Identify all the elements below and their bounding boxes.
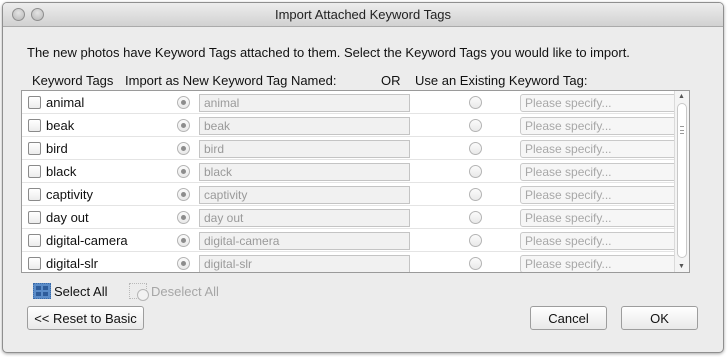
import-as-new-radio[interactable] <box>177 142 190 155</box>
keyword-checkbox[interactable] <box>28 211 41 224</box>
keyword-row: bird bird Please specify...▼ <box>22 137 688 160</box>
use-existing-radio[interactable] <box>469 211 482 224</box>
existing-tag-select[interactable]: Please specify...▼ <box>520 209 688 227</box>
keyword-checkbox[interactable] <box>28 165 41 178</box>
keyword-label: black <box>46 164 77 179</box>
header-import-as-new: Import as New Keyword Tag Named: <box>125 73 337 88</box>
reset-to-basic-button[interactable]: << Reset to Basic <box>27 306 144 330</box>
use-existing-radio[interactable] <box>469 234 482 247</box>
keyword-row: animal animal Please specify...▼ <box>22 91 688 114</box>
new-tag-name-field[interactable]: black <box>199 163 410 181</box>
keyword-label: bird <box>46 141 68 156</box>
keyword-label: beak <box>46 118 75 133</box>
use-existing-radio[interactable] <box>469 142 482 155</box>
keyword-checkbox[interactable] <box>28 257 41 270</box>
existing-tag-select-value: Please specify... <box>525 211 612 225</box>
keyword-label: digital-slr <box>46 256 99 271</box>
select-all-label: Select All <box>54 283 108 299</box>
intro-text: The new photos have Keyword Tags attache… <box>27 45 630 60</box>
keyword-label: digital-camera <box>46 233 128 248</box>
import-as-new-radio[interactable] <box>177 119 190 132</box>
scrollbar[interactable]: ▲ ▼ <box>674 91 689 272</box>
scroll-thumb[interactable] <box>677 103 687 258</box>
existing-tag-select-value: Please specify... <box>525 96 612 110</box>
use-existing-radio[interactable] <box>469 119 482 132</box>
existing-tag-select[interactable]: Please specify... ▼ <box>520 255 688 272</box>
import-as-new-radio[interactable] <box>177 234 190 247</box>
existing-tag-select-value: Please specify... <box>525 119 612 133</box>
new-tag-name-field[interactable]: day out <box>199 209 410 227</box>
import-as-new-radio[interactable] <box>177 188 190 201</box>
title-bar: Import Attached Keyword Tags <box>3 3 723 27</box>
keyword-checkbox[interactable] <box>28 234 41 247</box>
existing-tag-select[interactable]: Please specify...▼ <box>520 186 688 204</box>
keyword-tag-list: animalanimalPlease specify...▼beakbeakPl… <box>21 90 690 273</box>
keyword-rows: animalanimalPlease specify...▼beakbeakPl… <box>22 91 688 272</box>
keyword-checkbox[interactable] <box>28 188 41 201</box>
deselect-all-button[interactable]: Deselect All <box>129 283 219 301</box>
existing-tag-select-value: Please specify... <box>525 234 612 248</box>
keyword-row: black black Please specify...▼ <box>22 160 688 183</box>
use-existing-radio[interactable] <box>469 188 482 201</box>
keyword-row: day out day out Please specify...▼ <box>22 206 688 229</box>
select-all-button[interactable]: Select All <box>33 283 107 299</box>
existing-tag-select[interactable]: Please specify...▼ <box>520 94 688 112</box>
import-as-new-radio[interactable] <box>177 165 190 178</box>
header-use-existing: Use an Existing Keyword Tag: <box>415 73 588 88</box>
import-keyword-tags-dialog: Import Attached Keyword Tags The new pho… <box>2 2 724 353</box>
use-existing-radio[interactable] <box>469 257 482 270</box>
window-title: Import Attached Keyword Tags <box>274 7 452 22</box>
existing-tag-select-value: Please specify... <box>525 257 612 271</box>
existing-tag-select-value: Please specify... <box>525 165 612 179</box>
existing-tag-select[interactable]: Please specify...▼ <box>520 163 688 181</box>
new-tag-name-field[interactable]: digital-camera <box>199 232 410 250</box>
use-existing-radio[interactable] <box>469 96 482 109</box>
existing-tag-select-value: Please specify... <box>525 188 612 202</box>
keyword-row: digital-camera digital-camera Please speci… <box>22 229 688 252</box>
deselect-all-icon <box>129 283 149 301</box>
new-tag-name-field[interactable]: beak <box>199 117 410 135</box>
header-keyword-tags: Keyword Tags <box>32 73 114 88</box>
deselect-all-label: Deselect All <box>151 283 219 299</box>
import-as-new-radio[interactable] <box>177 96 190 109</box>
existing-tag-select[interactable]: Please specify...▼ <box>520 232 688 250</box>
new-tag-name-field[interactable]: bird <box>199 140 410 158</box>
select-all-icon <box>33 283 51 299</box>
scroll-down-arrow-icon[interactable]: ▼ <box>678 263 685 270</box>
keyword-row: digital-slr digital-slr Please specify... ▼ <box>22 252 688 272</box>
keyword-checkbox[interactable] <box>28 96 41 109</box>
existing-tag-select-value: Please specify... <box>525 142 612 156</box>
ok-button[interactable]: OK <box>621 306 698 330</box>
existing-tag-select[interactable]: Please specify...▼ <box>520 117 688 135</box>
import-as-new-radio[interactable] <box>177 257 190 270</box>
keyword-row: beak beak Please specify...▼ <box>22 114 688 137</box>
keyword-checkbox[interactable] <box>28 119 41 132</box>
new-tag-name-field[interactable]: digital-slr <box>199 255 410 272</box>
keyword-row: captivity captivity Please specify...▼ <box>22 183 688 206</box>
scroll-up-arrow-icon[interactable]: ▲ <box>678 93 685 100</box>
new-tag-name-field[interactable]: captivity <box>199 186 410 204</box>
keyword-checkbox[interactable] <box>28 142 41 155</box>
keyword-label: captivity <box>46 187 93 202</box>
header-or: OR <box>381 73 401 88</box>
keyword-label: day out <box>46 210 89 225</box>
cancel-button[interactable]: Cancel <box>530 306 607 330</box>
new-tag-name-field[interactable]: animal <box>199 94 410 112</box>
import-as-new-radio[interactable] <box>177 211 190 224</box>
grip-icon <box>680 126 684 134</box>
keyword-label: animal <box>46 95 85 110</box>
existing-tag-select[interactable]: Please specify...▼ <box>520 140 688 158</box>
use-existing-radio[interactable] <box>469 165 482 178</box>
